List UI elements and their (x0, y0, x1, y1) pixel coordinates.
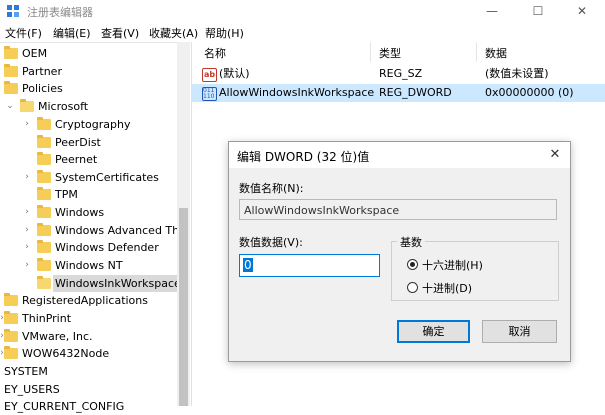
folder-icon (37, 240, 51, 253)
folder-icon (4, 329, 18, 342)
folder-icon (37, 205, 51, 218)
base-label: 基数 (397, 234, 425, 250)
menu-bar: 文件(F) 编辑(E) 查看(V) 收藏夹(A) 帮助(H) (0, 22, 605, 42)
chevron-right-icon[interactable]: › (22, 116, 32, 133)
value-data-label: 数值数据(V): (239, 236, 303, 249)
folder-icon (4, 46, 18, 59)
hex-radio[interactable] (407, 259, 418, 270)
folder-icon (4, 81, 18, 94)
value-name-field: AllowWindowsInkWorkspace (239, 199, 557, 220)
folder-icon (37, 117, 51, 130)
folder-icon (37, 223, 51, 236)
column-header-data[interactable]: 数据 (485, 45, 507, 61)
cancel-button[interactable]: 取消 (482, 320, 557, 343)
value-data-text: 0 (243, 258, 253, 272)
folder-icon (37, 152, 51, 165)
window-title: 注册表编辑器 (27, 6, 93, 19)
registry-app-icon (7, 5, 19, 17)
edit-dword-dialog: 编辑 DWORD (32 位)值 ✕ 数值名称(N): AllowWindows… (228, 141, 571, 362)
tree-scrollbar[interactable] (177, 42, 190, 406)
chevron-right-icon[interactable]: › (22, 169, 32, 186)
value-name-label: 数值名称(N): (239, 182, 304, 195)
dialog-title-bar[interactable]: 编辑 DWORD (32 位)值 ✕ (229, 142, 570, 168)
tree-scrollbar-thumb[interactable] (179, 208, 188, 406)
column-divider[interactable] (370, 42, 371, 62)
title-bar: 注册表编辑器 — ☐ ✕ (0, 0, 605, 22)
close-button[interactable]: ✕ (559, 0, 605, 22)
decimal-radio[interactable] (407, 282, 418, 293)
folder-icon (37, 258, 51, 271)
menu-edit[interactable]: 编辑(E) (53, 25, 91, 41)
folder-icon (37, 135, 51, 148)
value-row-allowwindowsinkworkspace[interactable]: 011 110 AllowWindowsInkWorkspace REG_DWO… (192, 84, 605, 102)
menu-view[interactable]: 查看(V) (101, 25, 139, 41)
binary-value-icon: 011 110 (202, 87, 217, 101)
column-divider[interactable] (476, 42, 477, 62)
open-folder-icon (37, 276, 51, 289)
folder-icon (37, 170, 51, 183)
column-header-name[interactable]: 名称 (204, 45, 226, 61)
menu-file[interactable]: 文件(F) (5, 25, 42, 41)
ok-button[interactable]: 确定 (397, 320, 470, 343)
dialog-title: 编辑 DWORD (32 位)值 (237, 150, 370, 164)
registry-tree[interactable]: OEM Partner Policies ⌄ Microsoft › Crypt… (0, 42, 190, 413)
folder-icon (4, 64, 18, 77)
string-value-icon: ab (202, 68, 217, 82)
folder-icon (4, 293, 18, 306)
chevron-right-icon[interactable]: › (22, 204, 32, 221)
menu-help[interactable]: 帮助(H) (205, 25, 244, 41)
menu-favorites[interactable]: 收藏夹(A) (149, 25, 198, 41)
hex-radio-label[interactable]: 十六进制(H) (422, 257, 483, 273)
open-folder-icon (20, 99, 34, 112)
folder-icon (4, 311, 18, 324)
chevron-right-icon[interactable]: › (22, 239, 32, 256)
chevron-right-icon[interactable]: › (22, 222, 32, 239)
value-data-input[interactable]: 0 (239, 254, 380, 277)
column-header-type[interactable]: 类型 (379, 45, 401, 61)
folder-icon (4, 346, 18, 359)
folder-icon (37, 187, 51, 200)
dialog-close-button[interactable]: ✕ (545, 145, 565, 165)
maximize-button[interactable]: ☐ (515, 0, 561, 22)
chevron-right-icon[interactable]: › (22, 257, 32, 274)
value-row-default[interactable]: ab (默认) REG_SZ (数值未设置) (192, 65, 605, 83)
decimal-radio-label[interactable]: 十进制(D) (422, 280, 472, 296)
minimize-button[interactable]: — (469, 0, 515, 22)
chevron-down-icon[interactable]: ⌄ (5, 98, 15, 115)
